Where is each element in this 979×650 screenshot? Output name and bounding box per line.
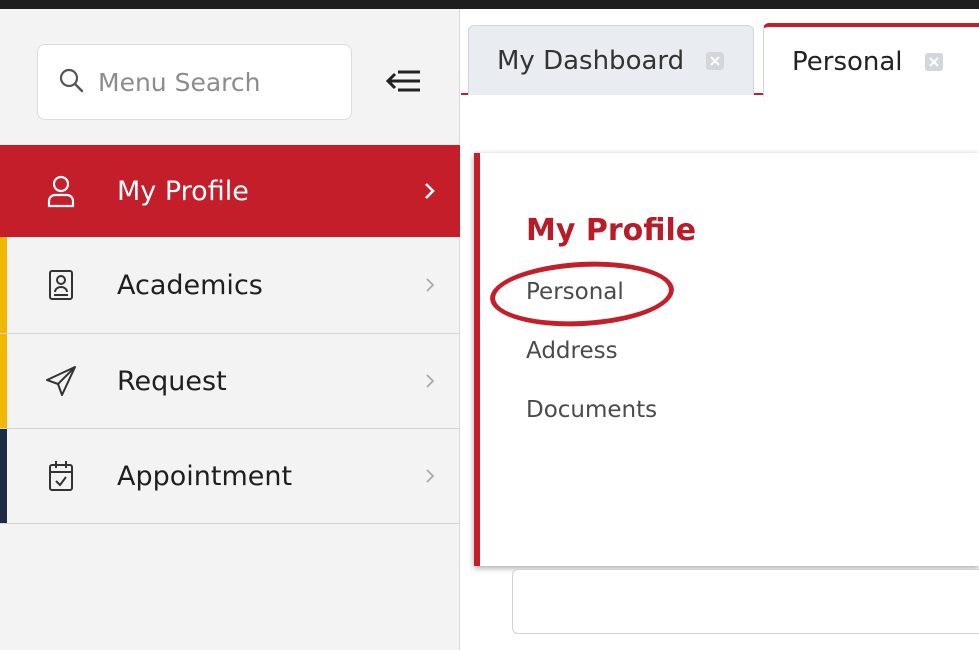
sidebar-item-request[interactable]: Request: [0, 334, 460, 429]
calendar-check-icon: [43, 458, 79, 494]
chevron-right-icon: [421, 370, 439, 392]
search-placeholder: Menu Search: [98, 67, 261, 97]
id-card-icon: [43, 267, 79, 303]
sidebar-item-my-profile[interactable]: My Profile: [0, 145, 460, 237]
tab-label: My Dashboard: [497, 45, 685, 76]
tab-bar: My Dashboard Personal: [461, 9, 979, 97]
panel-title: My Profile: [526, 213, 697, 248]
menu-search-input[interactable]: Menu Search: [37, 44, 352, 120]
accent-bar: [0, 334, 7, 428]
collapse-menu-icon: [384, 68, 424, 98]
close-tab-icon[interactable]: [924, 53, 943, 71]
close-tab-icon[interactable]: [706, 51, 725, 70]
submenu-link-personal[interactable]: Personal: [526, 279, 624, 305]
accent-bar: [0, 429, 7, 523]
sidebar-item-label: Appointment: [117, 460, 293, 492]
chevron-right-icon: [421, 465, 439, 487]
tab-label: Personal: [792, 47, 903, 77]
my-profile-submenu-panel: My Profile Personal Address Documents: [474, 153, 979, 566]
submenu-link-documents[interactable]: Documents: [526, 397, 657, 423]
submenu-link-address[interactable]: Address: [526, 338, 618, 364]
sidebar-item-label: My Profile: [117, 175, 249, 207]
sidebar-item-label: Request: [117, 365, 227, 397]
tab-my-dashboard[interactable]: My Dashboard: [468, 25, 754, 95]
sidebar-item-academics[interactable]: Academics: [0, 237, 460, 334]
search-icon: [58, 67, 84, 97]
chevron-right-icon: [421, 180, 439, 202]
accent-bar: [0, 237, 7, 333]
tab-personal[interactable]: Personal: [763, 23, 979, 97]
chevron-right-icon: [421, 274, 439, 296]
top-bar: [0, 0, 979, 9]
sidebar-item-appointment[interactable]: Appointment: [0, 429, 460, 524]
sidebar-item-label: Academics: [117, 269, 263, 301]
paper-plane-icon: [43, 363, 79, 399]
collapse-sidebar-button[interactable]: [378, 67, 430, 99]
user-icon: [43, 173, 79, 209]
content-input-field[interactable]: [512, 569, 979, 634]
